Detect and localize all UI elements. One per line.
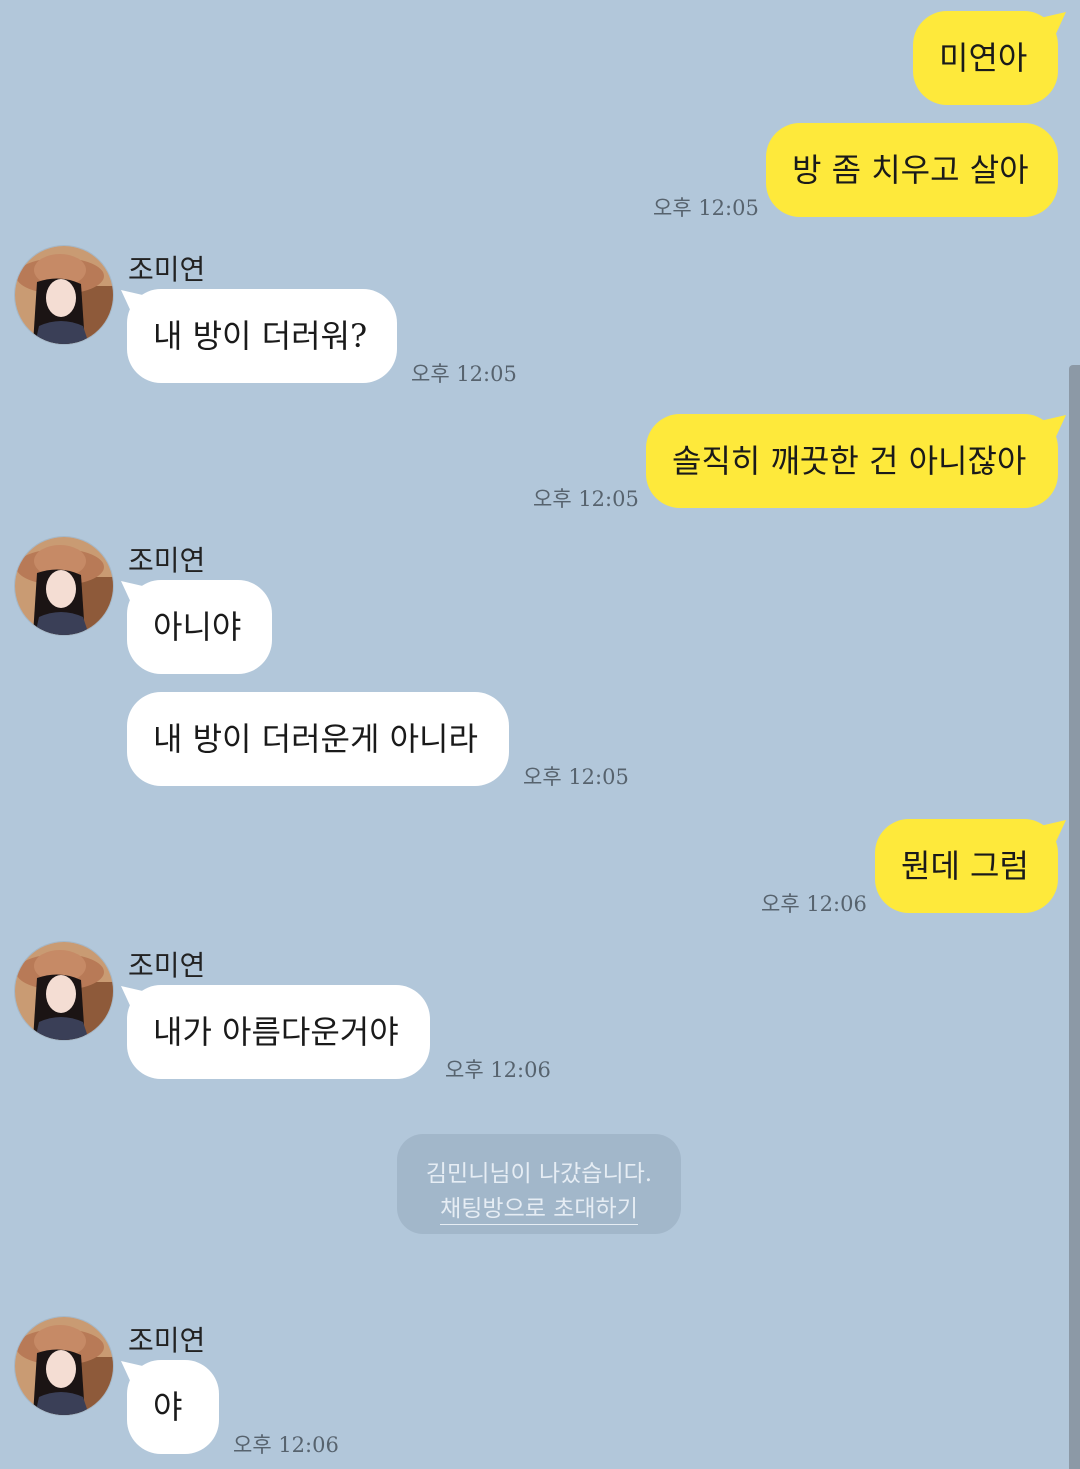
- left-chat-notice: 김민니님이 나갔습니다.: [425, 1161, 653, 1187]
- message-text: 아니야: [153, 608, 242, 646]
- contact-avatar[interactable]: [15, 942, 113, 1040]
- system-notice: 김민니님이 나갔습니다. 채팅방으로 초대하기: [397, 1134, 681, 1234]
- bubble-tail: [121, 1361, 147, 1387]
- message-timestamp: 오후 12:05: [533, 487, 639, 511]
- my-message-bubble[interactable]: 방 좀 치우고 살아: [766, 123, 1058, 217]
- sender-name: 조미연: [128, 1324, 206, 1357]
- my-message-bubble[interactable]: 뭔데 그럼: [875, 819, 1058, 913]
- avatar-photo-icon: [15, 1317, 113, 1415]
- bubble-tail: [1040, 12, 1066, 38]
- sender-name: 조미연: [128, 253, 206, 286]
- message-text: 미연아: [939, 39, 1028, 77]
- bubble-tail: [121, 986, 147, 1012]
- message-text: 솔직히 깨끗한 건 아니잖아: [672, 442, 1027, 480]
- their-message-bubble[interactable]: 아니야: [127, 580, 272, 674]
- avatar-photo-icon: [15, 537, 113, 635]
- message-text: 방 좀 치우고 살아: [792, 151, 1029, 189]
- message-text: 내 방이 더러운게 아니라: [153, 720, 478, 758]
- message-text: 뭔데 그럼: [901, 847, 1029, 885]
- avatar-photo-icon: [15, 942, 113, 1040]
- my-message-bubble[interactable]: 솔직히 깨끗한 건 아니잖아: [646, 414, 1058, 508]
- their-message-bubble[interactable]: 내 방이 더러운게 아니라: [127, 692, 509, 786]
- my-message-bubble[interactable]: 미연아: [913, 11, 1058, 105]
- message-text: 내가 아름다운거야: [153, 1013, 399, 1051]
- bubble-tail: [1040, 820, 1066, 846]
- message-timestamp: 오후 12:06: [445, 1058, 551, 1082]
- their-message-bubble[interactable]: 내 방이 더러워?: [127, 289, 397, 383]
- message-text: 내 방이 더러워?: [153, 317, 368, 355]
- message-timestamp: 오후 12:05: [523, 765, 629, 789]
- scrollbar[interactable]: [1069, 365, 1080, 1469]
- message-timestamp: 오후 12:06: [761, 892, 867, 916]
- invite-to-chat-link[interactable]: 채팅방으로 초대하기: [440, 1196, 638, 1225]
- bubble-tail: [121, 581, 147, 607]
- contact-avatar[interactable]: [15, 246, 113, 344]
- message-timestamp: 오후 12:05: [411, 362, 517, 386]
- avatar-photo-icon: [15, 246, 113, 344]
- chat-area[interactable]: 미연아 방 좀 치우고 살아 오후 12:05 조미연 내 방이 더러워? 오후…: [0, 0, 1080, 1469]
- their-message-bubble[interactable]: 내가 아름다운거야: [127, 985, 430, 1079]
- message-timestamp: 오후 12:05: [653, 196, 759, 220]
- message-text: 야: [153, 1388, 183, 1426]
- sender-name: 조미연: [128, 949, 206, 982]
- message-timestamp: 오후 12:06: [233, 1433, 339, 1457]
- sender-name: 조미연: [128, 544, 206, 577]
- bubble-tail: [121, 290, 147, 316]
- contact-avatar[interactable]: [15, 1317, 113, 1415]
- bubble-tail: [1040, 415, 1066, 441]
- contact-avatar[interactable]: [15, 537, 113, 635]
